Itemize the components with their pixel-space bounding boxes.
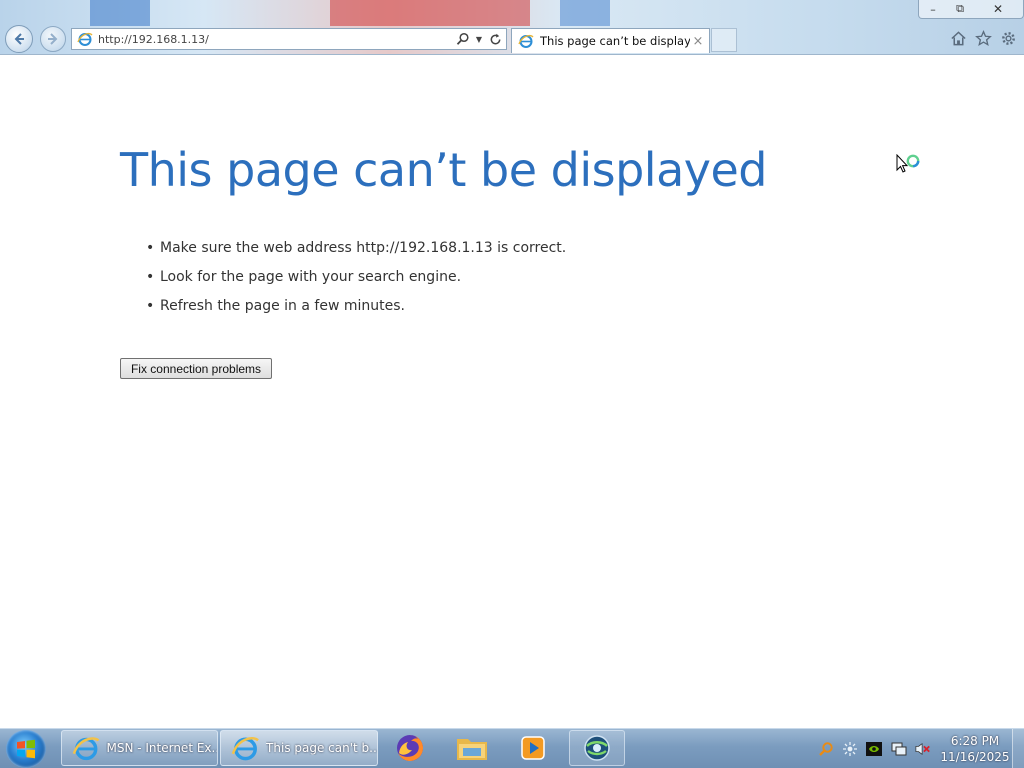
refresh-icon[interactable] [487, 31, 503, 47]
volume-muted-icon[interactable] [915, 741, 931, 757]
network-icon[interactable] [891, 741, 907, 757]
app-globe-icon [584, 735, 610, 761]
home-icon[interactable] [949, 29, 967, 47]
start-button[interactable] [6, 730, 46, 768]
close-button[interactable]: ✕ [973, 0, 1023, 18]
forward-icon [48, 33, 58, 45]
taskbar-item-current-page[interactable]: This page can't b... [220, 730, 378, 766]
new-tab-button[interactable] [711, 28, 737, 52]
ie-page-icon [518, 35, 534, 48]
tab-current[interactable]: This page can’t be displayed × [511, 28, 710, 53]
firefox-icon [397, 735, 423, 761]
media-player-icon [521, 736, 545, 760]
background-decoration [90, 0, 150, 26]
taskbar-pinned-firefox[interactable] [382, 730, 438, 766]
clock-date: 11/16/2025 [940, 750, 1010, 764]
forward-button[interactable] [40, 26, 66, 52]
tab-title: This page can’t be displayed [540, 34, 690, 48]
search-icon[interactable] [455, 31, 471, 47]
busy-cursor-icon [896, 154, 920, 173]
list-item: • Refresh the page in a few minutes. [146, 298, 405, 314]
system-clock[interactable]: 6:28 PM 11/16/2025 [940, 733, 1010, 765]
internet-explorer-icon [72, 737, 100, 761]
taskbar-pinned-media-player[interactable] [505, 730, 561, 766]
fix-connection-button[interactable]: Fix connection problems [120, 358, 272, 379]
browser-toolbar: – ⧉ ✕ http://192.168.1.13/ ▼ This page c… [0, 0, 1024, 55]
nvidia-icon[interactable] [866, 741, 882, 757]
settings-gear-icon[interactable] [999, 29, 1017, 47]
address-bar[interactable]: http://192.168.1.13/ ▼ [71, 28, 507, 50]
taskbar: MSN - Internet Ex... This page can't b..… [0, 728, 1024, 768]
list-item: • Make sure the web address http://192.16… [146, 240, 567, 256]
taskbar-item-label: This page can't b... [266, 741, 377, 755]
back-button[interactable] [5, 25, 33, 53]
show-desktop-button[interactable] [1012, 729, 1024, 768]
ie-page-icon [77, 33, 93, 46]
taskbar-pinned-app[interactable] [569, 730, 625, 766]
clock-time: 6:28 PM [950, 734, 1000, 748]
search-tray-icon[interactable] [818, 741, 834, 757]
suggestion-list: • Make sure the web address http://192.16… [146, 236, 566, 323]
maximize-button[interactable]: ⧉ [947, 0, 973, 18]
dropdown-icon[interactable]: ▼ [474, 31, 484, 47]
page-title: This page can’t be displayed [120, 143, 768, 197]
taskbar-pinned-explorer[interactable] [444, 730, 500, 766]
taskbar-item-label: MSN - Internet Ex... [106, 741, 217, 755]
tab-close-icon[interactable]: × [690, 34, 706, 49]
address-input[interactable]: http://192.168.1.13/ [98, 33, 455, 46]
internet-explorer-icon [231, 737, 259, 761]
back-icon [14, 33, 24, 45]
network-activity-icon[interactable] [842, 741, 858, 757]
file-explorer-icon [457, 739, 487, 760]
background-decoration [560, 0, 610, 26]
favorites-star-icon[interactable] [974, 29, 992, 47]
page-content: This page can’t be displayed • Make sure … [0, 55, 1024, 728]
list-item: • Look for the page with your search engi… [146, 269, 462, 285]
taskbar-item-msn[interactable]: MSN - Internet Ex... [61, 730, 218, 766]
windows-logo-icon [17, 739, 35, 759]
window-controls: – ⧉ ✕ [918, 0, 1024, 19]
minimize-button[interactable]: – [919, 0, 947, 18]
background-decoration [330, 0, 530, 26]
